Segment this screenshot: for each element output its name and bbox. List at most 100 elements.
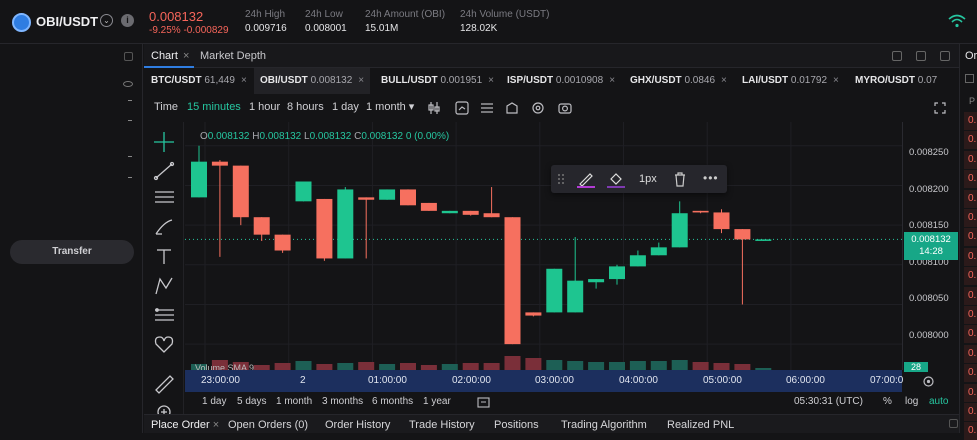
popout-icon[interactable] bbox=[949, 419, 958, 428]
candle[interactable] bbox=[671, 213, 688, 248]
orderbook-cell[interactable]: 0. bbox=[964, 131, 977, 150]
range-1m[interactable]: 1 month bbox=[276, 396, 312, 407]
orderbook-cell[interactable]: 0. bbox=[964, 364, 977, 383]
info-icon[interactable]: i bbox=[121, 14, 134, 27]
pair-tab[interactable]: GHX/USDT 0.0846 × bbox=[630, 68, 727, 94]
close-icon[interactable]: × bbox=[241, 75, 247, 86]
candle[interactable] bbox=[567, 280, 584, 313]
pencil-color-icon[interactable] bbox=[577, 170, 595, 188]
chevron-down-icon[interactable]: ⌄ bbox=[100, 14, 113, 27]
orderbook-view-icon[interactable] bbox=[965, 74, 974, 83]
range-1y[interactable]: 1 year bbox=[423, 396, 451, 407]
eye-icon[interactable] bbox=[123, 81, 133, 87]
close-icon[interactable]: × bbox=[609, 75, 615, 86]
range-3m[interactable]: 3 months bbox=[322, 396, 363, 407]
orderbook-cell[interactable]: 0. bbox=[964, 422, 977, 440]
timeframe-1d[interactable]: 1 day bbox=[332, 94, 359, 120]
orderbook-cell[interactable]: 0. bbox=[964, 344, 977, 363]
pair-tab[interactable]: BULL/USDT 0.001951 × bbox=[381, 68, 494, 94]
candle[interactable] bbox=[358, 197, 375, 200]
drag-handle-icon[interactable] bbox=[557, 173, 565, 185]
tab-order-history[interactable]: Order History bbox=[325, 419, 390, 431]
orderbook-cell[interactable]: 0. bbox=[964, 228, 977, 247]
pair-tab[interactable]: MYRO/USDT 0.07 bbox=[855, 68, 959, 94]
settings-icon[interactable] bbox=[532, 102, 544, 114]
price-axis[interactable]: 0.008250 0.008200 0.008150 0.008100 0.00… bbox=[902, 122, 959, 372]
pair-tab[interactable]: LAI/USDT 0.01792 × bbox=[742, 68, 839, 94]
candle[interactable] bbox=[337, 189, 354, 259]
heart-icon[interactable] bbox=[154, 336, 174, 353]
tab-chart[interactable]: Chart × bbox=[151, 44, 189, 68]
transfer-button[interactable]: Transfer bbox=[10, 240, 134, 264]
alert-icon[interactable] bbox=[506, 102, 518, 114]
candle[interactable] bbox=[316, 198, 333, 259]
candle[interactable] bbox=[211, 161, 228, 166]
candle[interactable] bbox=[379, 189, 396, 200]
tab-realized-pnl[interactable]: Realized PNL bbox=[667, 419, 734, 431]
candle[interactable] bbox=[609, 266, 625, 280]
candle[interactable] bbox=[650, 247, 667, 256]
candle[interactable] bbox=[629, 255, 646, 267]
orderbook-cell[interactable]: 0. bbox=[964, 112, 977, 130]
candle[interactable] bbox=[191, 161, 207, 198]
pair-tab[interactable]: ISP/USDT 0.0010908 × bbox=[507, 68, 615, 94]
popout-icon[interactable] bbox=[124, 52, 133, 61]
templates-icon[interactable] bbox=[481, 103, 493, 113]
candle[interactable] bbox=[504, 217, 521, 345]
timeframe-1h[interactable]: 1 hour bbox=[249, 94, 280, 120]
candle[interactable] bbox=[546, 268, 563, 313]
range-1d[interactable]: 1 day bbox=[202, 396, 226, 407]
tab-place-order[interactable]: Place Order × bbox=[151, 419, 219, 431]
fullscreen-icon[interactable] bbox=[934, 102, 946, 114]
candle[interactable] bbox=[400, 189, 416, 206]
close-icon[interactable]: × bbox=[213, 419, 219, 431]
timeframe-1month-dropdown[interactable]: 1 month ▾ bbox=[366, 94, 414, 120]
candle[interactable] bbox=[692, 210, 709, 213]
orderbook-cell[interactable]: 0. bbox=[964, 209, 977, 227]
indicators-icon[interactable] bbox=[428, 102, 440, 114]
orderbook-cell[interactable]: 0. bbox=[964, 403, 977, 421]
orderbook-cell[interactable]: 0. bbox=[964, 306, 977, 324]
candle[interactable] bbox=[420, 202, 437, 211]
orderbook-cell[interactable]: 0. bbox=[964, 150, 977, 169]
crosshair-icon[interactable] bbox=[154, 132, 174, 152]
percent-toggle[interactable]: % bbox=[883, 396, 892, 407]
text-tool-icon[interactable] bbox=[157, 249, 171, 264]
date-range-icon[interactable] bbox=[477, 396, 490, 408]
log-toggle[interactable]: log bbox=[905, 396, 918, 407]
compare-icon[interactable] bbox=[455, 101, 469, 115]
close-icon[interactable]: × bbox=[358, 75, 364, 86]
range-5d[interactable]: 5 days bbox=[237, 396, 266, 407]
candle[interactable] bbox=[713, 212, 730, 230]
close-icon[interactable]: × bbox=[833, 75, 839, 86]
orderbook-cell[interactable]: 0. bbox=[964, 325, 977, 344]
brush-icon[interactable] bbox=[155, 219, 173, 235]
tab-open-orders[interactable]: Open Orders (0) bbox=[228, 419, 308, 431]
tab-trading-algorithm[interactable]: Trading Algorithm bbox=[561, 419, 647, 431]
timeframe-15m[interactable]: 15 minutes bbox=[187, 94, 241, 120]
tab-positions[interactable]: Positions bbox=[494, 419, 539, 431]
range-6m[interactable]: 6 months bbox=[372, 396, 413, 407]
candle[interactable] bbox=[483, 213, 500, 218]
pair-title[interactable]: OBI/USDT bbox=[36, 14, 98, 29]
ruler-icon[interactable] bbox=[155, 375, 174, 394]
pair-tab[interactable]: BTC/USDT 61,449 × bbox=[151, 68, 247, 94]
timeframe-8h[interactable]: 8 hours bbox=[287, 94, 324, 120]
orderbook-cell[interactable]: 0. bbox=[964, 189, 977, 208]
orderbook-cell[interactable]: 0. bbox=[964, 170, 977, 189]
minimize-icon[interactable] bbox=[892, 51, 902, 61]
utc-clock[interactable]: 05:30:31 (UTC) bbox=[794, 396, 863, 407]
line-width-selector[interactable]: 1px bbox=[639, 173, 657, 185]
candle[interactable] bbox=[462, 210, 479, 215]
candle[interactable] bbox=[295, 181, 312, 202]
candlestick-chart[interactable] bbox=[185, 122, 902, 370]
candle[interactable] bbox=[755, 239, 772, 241]
tab-trade-history[interactable]: Trade History bbox=[409, 419, 475, 431]
orderbook-cell[interactable]: 0. bbox=[964, 286, 977, 305]
orderbook-cell[interactable]: 0. bbox=[964, 247, 977, 266]
pattern-icon[interactable] bbox=[155, 277, 173, 295]
trash-icon[interactable] bbox=[673, 171, 687, 187]
orderbook-cell[interactable]: 0. bbox=[964, 267, 977, 286]
candle[interactable] bbox=[253, 217, 270, 235]
candle[interactable] bbox=[734, 229, 751, 240]
